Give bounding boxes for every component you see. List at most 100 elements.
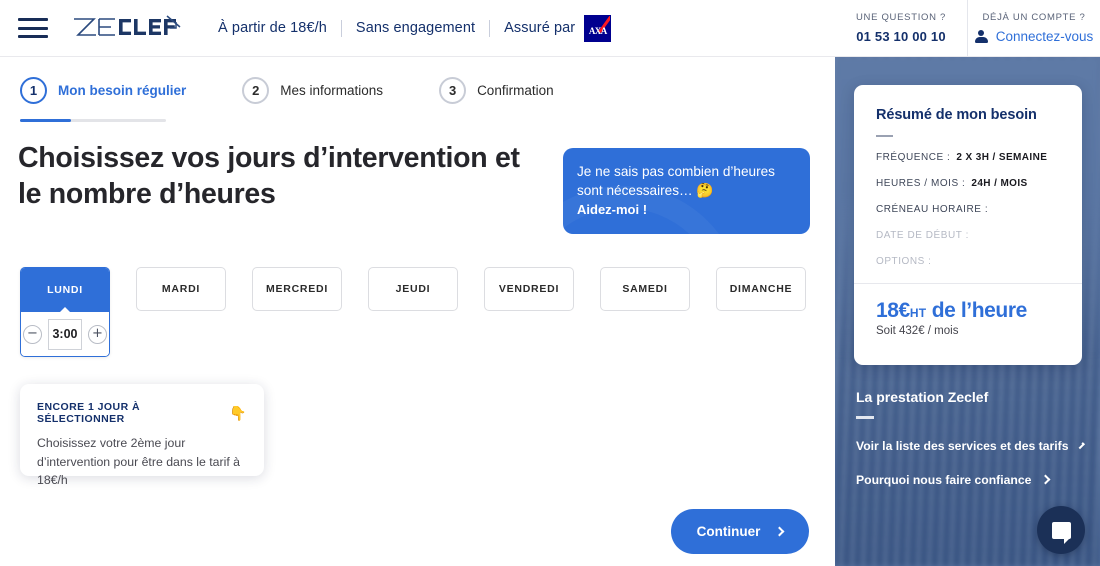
user-icon: [974, 29, 988, 44]
hamburger-line: [18, 18, 48, 21]
pointing-down-icon: 👇: [229, 404, 247, 421]
remaining-day-hint-body: Choisissez votre 2ème jour d’interventio…: [37, 436, 241, 488]
sidebar: Résumé de mon besoin FRÉQUENCE : 2 X 3H …: [835, 57, 1100, 566]
thinking-face-icon: 🤔: [696, 182, 714, 199]
step-2-label: Mes informations: [280, 83, 384, 98]
chat-bubble-icon[interactable]: [1037, 506, 1085, 554]
phone-number[interactable]: 01 53 10 00 10: [856, 29, 946, 44]
day-card-mercredi[interactable]: MERCREDI: [252, 267, 342, 311]
summary-key: HEURES / MOIS :: [876, 178, 966, 189]
chevron-right-icon: [774, 526, 785, 537]
summary-key: CRÉNEAU HORAIRE :: [876, 204, 989, 215]
day-selector-row: MARDI MERCREDI JEUDI VENDREDI SAMEDI DIM…: [20, 267, 806, 311]
step-2-mes-informations[interactable]: 2 Mes informations: [242, 77, 383, 104]
price-block: 18€HT de l’heure Soit 432€ / mois: [876, 299, 1064, 337]
prestation-title: La prestation Zeclef: [856, 389, 989, 405]
remaining-day-hint-card: ENCORE 1 JOUR À SÉLECTIONNER 👇 Choisisse…: [20, 384, 264, 487]
prestation-block: La prestation Zeclef Voir la liste des s…: [856, 389, 1085, 487]
help-bubble-text: Je ne sais pas combien d’heures sont néc…: [563, 148, 810, 201]
summary-row-options: OPTIONS :: [876, 256, 1060, 267]
help-bubble-cta[interactable]: Aidez-moi !: [563, 202, 810, 217]
summary-title: Résumé de mon besoin: [876, 107, 1037, 123]
login-label: Connectez-vous: [995, 29, 1094, 44]
chat-glyph: [1051, 521, 1071, 544]
question-label: UNE QUESTION ?: [855, 12, 947, 23]
summary-row-date-de-debut: DATE DE DÉBUT :: [876, 230, 1060, 241]
progress-bar: [20, 119, 166, 122]
header-link-price[interactable]: À partir de 18€/h: [218, 20, 327, 36]
price-amount: 18€: [876, 299, 910, 322]
summary-row-frequence: FRÉQUENCE : 2 X 3H / SEMAINE: [876, 152, 1060, 163]
prestation-link-confiance[interactable]: Pourquoi nous faire confiance: [856, 473, 1082, 487]
step-1-label: Mon besoin régulier: [58, 83, 187, 98]
continue-button[interactable]: Continuer: [671, 509, 809, 554]
step-1-number: 1: [20, 77, 47, 104]
main-content: 1 Mon besoin régulier 2 Mes informations…: [0, 57, 835, 566]
price-unit: de l’heure: [931, 299, 1028, 322]
day-card-jeudi[interactable]: JEUDI: [368, 267, 458, 311]
hours-stepper: − 3:00 +: [21, 312, 109, 356]
hint-title-text: ENCORE 1 JOUR À SÉLECTIONNER: [37, 401, 141, 425]
account-label: DÉJÀ UN COMPTE ?: [982, 12, 1086, 23]
prestation-rule: [856, 416, 874, 419]
header-divider: [489, 19, 491, 37]
login-button[interactable]: Connectez-vous: [974, 29, 1094, 44]
header-question-block: UNE QUESTION ? 01 53 10 00 10: [835, 0, 967, 56]
step-2-number: 2: [242, 77, 270, 104]
zeclef-logo-mark: [74, 15, 181, 36]
header-account-block: DÉJÀ UN COMPTE ? Connectez-vous: [967, 0, 1100, 56]
zeclef-logo[interactable]: [72, 11, 182, 45]
day-card-lundi-selected[interactable]: LUNDI − 3:00 +: [20, 267, 110, 357]
header-divider: [340, 19, 342, 37]
hours-input[interactable]: 3:00: [48, 318, 82, 350]
hamburger-icon[interactable]: [18, 18, 48, 38]
step-3-confirmation[interactable]: 3 Confirmation: [439, 77, 554, 104]
summary-key: DATE DE DÉBUT :: [876, 230, 969, 241]
prestation-link-services[interactable]: Voir la liste des services et des tarifs: [856, 438, 1085, 453]
price-headline: 18€HT de l’heure: [876, 299, 1064, 323]
page-title: Choisissez vos jours d’intervention et l…: [18, 142, 520, 211]
axa-logo-icon: AXA: [584, 14, 612, 42]
day-card-lundi-header[interactable]: LUNDI: [21, 268, 109, 313]
hamburger-line: [18, 26, 48, 30]
progress-bar-fill: [20, 119, 72, 122]
day-card-vendredi[interactable]: VENDREDI: [484, 267, 574, 311]
header-right-panel: UNE QUESTION ? 01 53 10 00 10 DÉJÀ UN CO…: [835, 0, 1100, 57]
summary-row-heures-mois: HEURES / MOIS : 24H / MOIS: [876, 178, 1060, 189]
summary-key: OPTIONS :: [876, 256, 932, 267]
summary-card: Résumé de mon besoin FRÉQUENCE : 2 X 3H …: [854, 85, 1082, 365]
header-link-no-commitment[interactable]: Sans engagement: [356, 20, 475, 36]
checkout-stepper: 1 Mon besoin régulier 2 Mes informations…: [20, 77, 554, 104]
price-monthly: Soit 432€ / mois: [876, 325, 959, 337]
summary-rows: FRÉQUENCE : 2 X 3H / SEMAINE HEURES / MO…: [854, 137, 1082, 267]
header-link-group: À partir de 18€/h Sans engagement Assuré…: [218, 14, 612, 42]
summary-divider: [854, 283, 1082, 284]
header-link-insured-by: Assuré par: [504, 20, 576, 36]
step-3-label: Confirmation: [477, 83, 554, 98]
help-bubble-message: Je ne sais pas combien d’heures sont néc…: [577, 164, 775, 199]
day-card-dimanche[interactable]: DIMANCHE: [716, 267, 806, 311]
remaining-day-hint-title: ENCORE 1 JOUR À SÉLECTIONNER 👇: [37, 401, 247, 425]
axa-logo-text: AXA: [588, 25, 607, 36]
help-bubble[interactable]: Je ne sais pas combien d’heures sont néc…: [563, 148, 810, 234]
hours-increase-button[interactable]: +: [88, 324, 107, 344]
day-card-mardi[interactable]: MARDI: [136, 267, 226, 311]
day-card-samedi[interactable]: SAMEDI: [600, 267, 690, 311]
summary-value: 24H / MOIS: [971, 178, 1028, 189]
price-tax-label: HT: [909, 306, 927, 320]
prestation-link-confiance-label: Pourquoi nous faire confiance: [856, 472, 1032, 487]
summary-row-creneau-horaire: CRÉNEAU HORAIRE :: [876, 204, 1060, 215]
site-header: À partir de 18€/h Sans engagement Assuré…: [0, 0, 835, 57]
prestation-link-services-label: Voir la liste des services et des tarifs: [856, 438, 1069, 453]
chevron-right-icon: [1040, 474, 1051, 485]
day-card-lundi-label: LUNDI: [47, 284, 83, 296]
step-3-number: 3: [439, 77, 467, 104]
page-root: À partir de 18€/h Sans engagement Assuré…: [0, 0, 1100, 566]
continue-button-label: Continuer: [696, 524, 761, 539]
day-card-notch: [59, 307, 71, 313]
hamburger-line: [18, 35, 48, 38]
summary-key: FRÉQUENCE :: [876, 152, 951, 163]
summary-value: 2 X 3H / SEMAINE: [956, 152, 1048, 163]
hours-decrease-button[interactable]: −: [23, 324, 42, 344]
step-1-mon-besoin-regulier[interactable]: 1 Mon besoin régulier: [20, 77, 186, 104]
